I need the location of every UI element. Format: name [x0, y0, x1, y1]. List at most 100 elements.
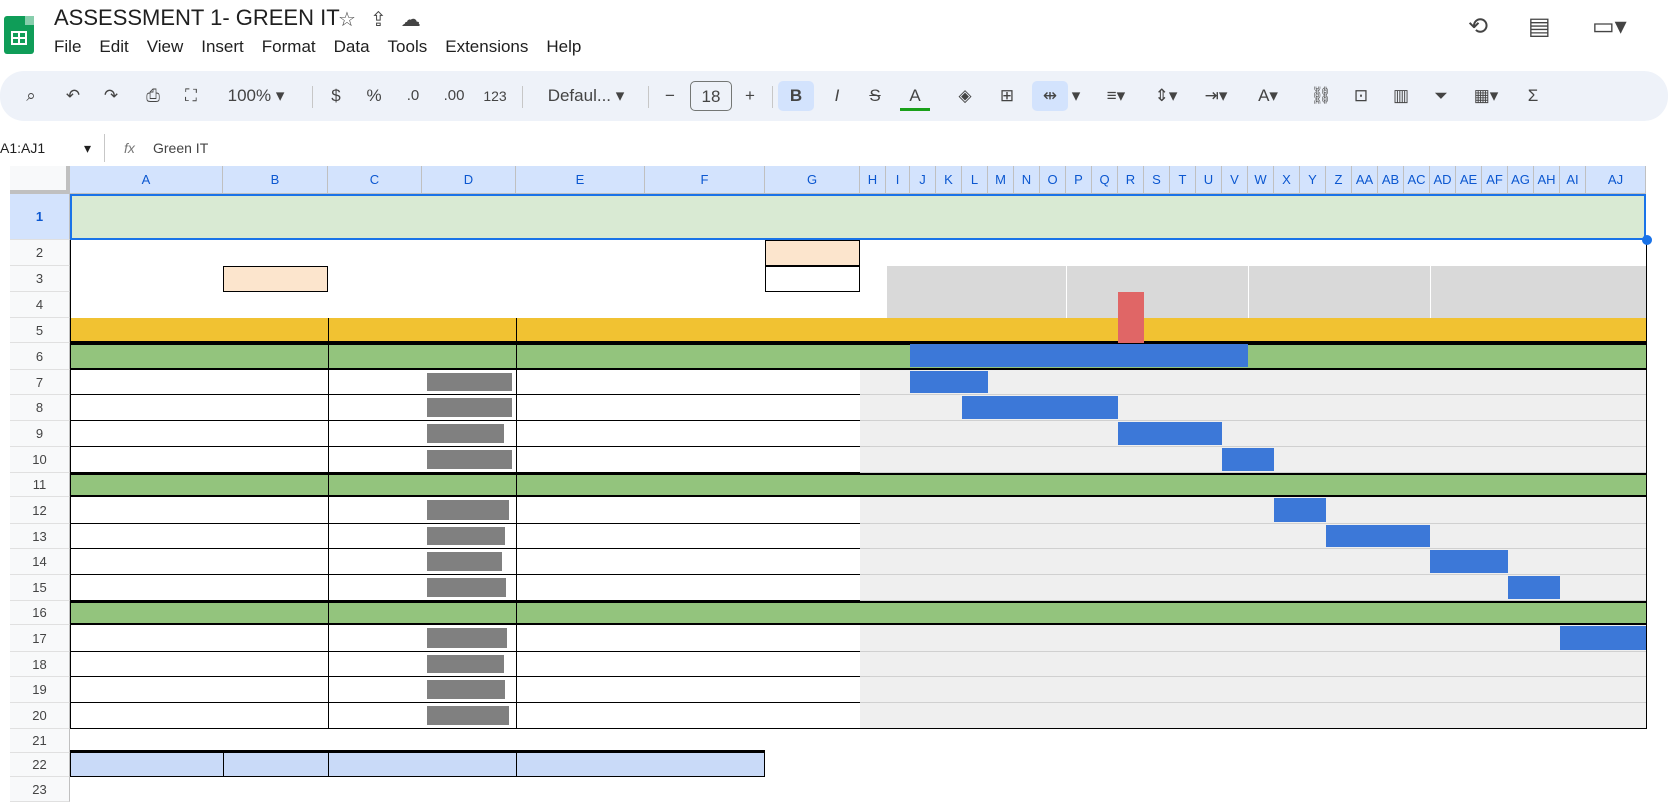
column-header-G[interactable]: G [765, 166, 860, 194]
row-header-23[interactable]: 23 [10, 777, 70, 802]
selection-handle[interactable] [1642, 235, 1652, 245]
text-color-button[interactable]: A [900, 81, 930, 111]
column-header-AD[interactable]: AD [1430, 166, 1456, 194]
italic-button[interactable]: I [822, 81, 852, 111]
sheets-logo-icon[interactable] [4, 16, 34, 54]
row-header-1[interactable]: 1 [10, 194, 70, 240]
column-header-H[interactable]: H [860, 166, 886, 194]
menu-format[interactable]: Format [262, 37, 316, 57]
move-folder-icon[interactable]: ⇪ [370, 7, 387, 32]
column-header-X[interactable]: X [1274, 166, 1300, 194]
column-header-AH[interactable]: AH [1534, 166, 1560, 194]
name-box[interactable]: A1:AJ1 ▾ [0, 140, 94, 156]
column-header-U[interactable]: U [1196, 166, 1222, 194]
column-header-AJ[interactable]: AJ [1586, 166, 1646, 194]
row-header-19[interactable]: 19 [10, 677, 70, 703]
filter-icon[interactable]: ⏷ [1428, 81, 1454, 111]
column-header-D[interactable]: D [422, 166, 516, 194]
select-all-corner[interactable] [10, 166, 70, 194]
font-size-increase-button[interactable]: + [738, 81, 762, 111]
column-header-AF[interactable]: AF [1482, 166, 1508, 194]
row-header-8[interactable]: 8 [10, 395, 70, 421]
chart-icon[interactable]: ▥ [1388, 81, 1414, 111]
row-header-4[interactable]: 4 [10, 292, 70, 318]
column-header-M[interactable]: M [988, 166, 1014, 194]
column-header-A[interactable]: A [70, 166, 223, 194]
vertical-align-icon[interactable]: ⇕▾ [1146, 81, 1186, 111]
search-icon[interactable]: ⌕ [18, 81, 44, 111]
row-header-12[interactable]: 12 [10, 497, 70, 524]
document-title[interactable]: ASSESSMENT 1- GREEN IT [54, 5, 340, 31]
decrease-decimal-button[interactable]: .0 [400, 81, 426, 111]
percent-button[interactable]: % [362, 81, 386, 111]
print-icon[interactable]: ⎙ [140, 81, 166, 111]
row-header-21[interactable]: 21 [10, 729, 70, 753]
font-select[interactable]: Defaul... ▾ [536, 81, 636, 111]
column-header-AC[interactable]: AC [1404, 166, 1430, 194]
row-header-18[interactable]: 18 [10, 652, 70, 677]
comment-icon[interactable]: ⊡ [1348, 81, 1374, 111]
row-header-6[interactable]: 6 [10, 343, 70, 370]
row-header-20[interactable]: 20 [10, 703, 70, 729]
borders-icon[interactable]: ⊞ [992, 81, 1022, 111]
row-header-3[interactable]: 3 [10, 266, 70, 292]
menu-help[interactable]: Help [546, 37, 581, 57]
column-header-AG[interactable]: AG [1508, 166, 1534, 194]
number-format-button[interactable]: 123 [480, 81, 510, 111]
font-size-input[interactable]: 18 [690, 81, 732, 111]
column-header-I[interactable]: I [886, 166, 910, 194]
menu-file[interactable]: File [54, 37, 81, 57]
merge-cells-icon[interactable]: ⇹ [1032, 81, 1068, 111]
text-wrap-icon[interactable]: ⇥▾ [1196, 81, 1236, 111]
row-header-22[interactable]: 22 [10, 753, 70, 777]
display-week-value[interactable] [765, 266, 860, 292]
column-header-L[interactable]: L [962, 166, 988, 194]
merge-dropdown-icon[interactable]: ▾ [1070, 81, 1082, 111]
column-header-W[interactable]: W [1248, 166, 1274, 194]
table-views-icon[interactable]: ▦▾ [1466, 81, 1506, 111]
menu-edit[interactable]: Edit [99, 37, 128, 57]
strikethrough-button[interactable]: S [860, 81, 890, 111]
currency-button[interactable]: $ [324, 81, 348, 111]
increase-decimal-button[interactable]: .00 [438, 81, 470, 111]
column-header-Q[interactable]: Q [1092, 166, 1118, 194]
column-header-N[interactable]: N [1014, 166, 1040, 194]
column-header-S[interactable]: S [1144, 166, 1170, 194]
functions-icon[interactable]: Σ [1520, 81, 1546, 111]
column-header-AE[interactable]: AE [1456, 166, 1482, 194]
column-header-T[interactable]: T [1170, 166, 1196, 194]
row-header-11[interactable]: 11 [10, 473, 70, 497]
row-header-2[interactable]: 2 [10, 240, 70, 266]
column-header-E[interactable]: E [516, 166, 645, 194]
column-header-Z[interactable]: Z [1326, 166, 1352, 194]
formula-input[interactable]: Green IT [153, 140, 208, 156]
redo-icon[interactable]: ↷ [98, 81, 124, 111]
paint-format-icon[interactable]: ⛶ [178, 81, 204, 111]
menu-extensions[interactable]: Extensions [445, 37, 528, 57]
row-header-17[interactable]: 17 [10, 625, 70, 652]
row-header-13[interactable]: 13 [10, 524, 70, 549]
column-header-O[interactable]: O [1040, 166, 1066, 194]
column-header-P[interactable]: P [1066, 166, 1092, 194]
undo-icon[interactable]: ↶ [60, 81, 86, 111]
column-header-F[interactable]: F [645, 166, 765, 194]
column-header-AB[interactable]: AB [1378, 166, 1404, 194]
font-size-decrease-button[interactable]: − [658, 81, 682, 111]
column-header-R[interactable]: R [1118, 166, 1144, 194]
project-manager-value[interactable] [223, 266, 328, 292]
zoom-select[interactable]: 100% ▾ [216, 81, 296, 111]
column-header-V[interactable]: V [1222, 166, 1248, 194]
column-header-K[interactable]: K [936, 166, 962, 194]
menu-insert[interactable]: Insert [201, 37, 244, 57]
column-header-AI[interactable]: AI [1560, 166, 1586, 194]
menu-tools[interactable]: Tools [388, 37, 428, 57]
row-header-15[interactable]: 15 [10, 575, 70, 601]
row-header-14[interactable]: 14 [10, 549, 70, 575]
row-header-9[interactable]: 9 [10, 421, 70, 447]
fill-color-icon[interactable]: ◈ [950, 81, 980, 111]
row-header-7[interactable]: 7 [10, 370, 70, 395]
column-header-C[interactable]: C [328, 166, 422, 194]
cloud-status-icon[interactable]: ☁ [401, 7, 421, 32]
column-header-AA[interactable]: AA [1352, 166, 1378, 194]
menu-data[interactable]: Data [334, 37, 370, 57]
